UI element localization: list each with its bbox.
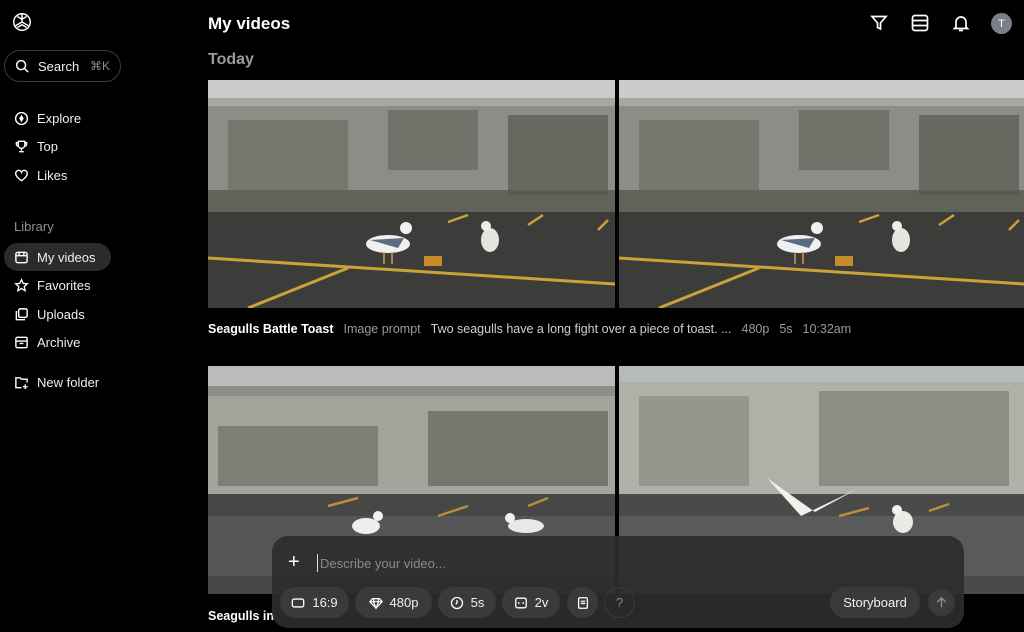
star-icon xyxy=(14,277,29,292)
new-folder-label: New folder xyxy=(37,374,100,390)
sidebar-item-label: Archive xyxy=(37,334,81,350)
video-title[interactable]: Seagulls in xyxy=(208,609,274,623)
duration-value: 5s xyxy=(470,595,485,610)
variations-value: 2v xyxy=(534,595,549,610)
video-prompt: Two seagulls have a long fight over a pi… xyxy=(430,322,732,336)
video-source: Image prompt xyxy=(343,322,421,336)
prompt-composer: + 16:9 480p 5s 2v ? Storyboard xyxy=(272,536,964,628)
resolution-button[interactable]: 480p xyxy=(355,587,432,618)
aspect-ratio-icon xyxy=(292,597,305,608)
presets-icon xyxy=(577,596,588,609)
seagulls-wall-scene xyxy=(208,80,615,308)
seagulls-wall-scene xyxy=(619,80,1024,308)
trophy-icon xyxy=(15,140,28,152)
search-icon xyxy=(15,59,29,73)
sidebar-item-label: My videos xyxy=(37,249,96,265)
sidebar-item-label: Top xyxy=(37,138,58,154)
submit-button[interactable] xyxy=(928,589,955,616)
compass-icon xyxy=(14,111,29,125)
sidebar-item-label: Likes xyxy=(37,167,68,183)
video-duration: 5s xyxy=(779,322,793,336)
presets-button[interactable] xyxy=(567,587,598,618)
bell-icon[interactable] xyxy=(951,13,971,33)
duration-button[interactable]: 5s xyxy=(438,587,496,618)
search-label: Search xyxy=(38,58,80,74)
sidebar-item-archive[interactable]: Archive xyxy=(4,328,111,356)
storyboard-button[interactable]: Storyboard xyxy=(830,587,920,618)
aspect-ratio-button[interactable]: 16:9 xyxy=(280,587,349,618)
video-time: 10:32am xyxy=(802,322,852,336)
sidebar-item-favorites[interactable]: Favorites xyxy=(4,271,111,299)
date-heading: Today xyxy=(208,51,254,68)
openai-logo-icon[interactable] xyxy=(11,11,33,33)
video-icon xyxy=(15,251,28,263)
arrow-up-icon xyxy=(936,596,947,608)
new-folder-button[interactable]: New folder xyxy=(4,368,124,396)
variations-button[interactable]: 2v xyxy=(502,587,560,618)
variations-icon xyxy=(514,597,527,608)
sidebar: Search ⌘K Explore Top Likes Library My v… xyxy=(0,0,198,632)
sidebar-item-label: Uploads xyxy=(37,306,85,322)
avatar[interactable]: T xyxy=(991,13,1012,34)
sidebar-item-likes[interactable]: Likes xyxy=(4,161,111,189)
heart-icon xyxy=(14,169,29,182)
folder-plus-icon xyxy=(15,376,28,389)
clock-icon xyxy=(450,596,463,609)
video-title[interactable]: Seagulls Battle Toast xyxy=(208,322,334,336)
help-button[interactable]: ? xyxy=(604,587,635,618)
prompt-input[interactable] xyxy=(317,554,877,572)
video-resolution: 480p xyxy=(741,322,770,336)
layout-icon[interactable] xyxy=(910,13,930,33)
sidebar-item-uploads[interactable]: Uploads xyxy=(4,300,111,328)
video-meta: Seagulls Battle Toast Image prompt Two s… xyxy=(208,322,851,336)
sidebar-item-my-videos[interactable]: My videos xyxy=(4,243,111,271)
video-thumbnail[interactable] xyxy=(619,80,1024,308)
search-shortcut: ⌘K xyxy=(89,59,110,73)
sidebar-item-explore[interactable]: Explore xyxy=(4,104,111,132)
resolution-value: 480p xyxy=(389,595,419,610)
sidebar-item-label: Favorites xyxy=(37,277,91,293)
uploads-icon xyxy=(15,307,28,320)
archive-icon xyxy=(15,336,28,348)
page-title: My videos xyxy=(208,14,291,33)
add-media-button[interactable]: + xyxy=(288,552,300,572)
filter-icon[interactable] xyxy=(869,13,889,33)
diamond-icon xyxy=(368,597,383,610)
sidebar-item-top[interactable]: Top xyxy=(4,132,111,160)
search-button[interactable]: Search ⌘K xyxy=(4,50,121,82)
library-heading: Library xyxy=(14,219,54,234)
sidebar-item-label: Explore xyxy=(37,110,82,126)
video-thumbnail[interactable] xyxy=(208,80,615,308)
aspect-ratio-value: 16:9 xyxy=(312,595,338,610)
